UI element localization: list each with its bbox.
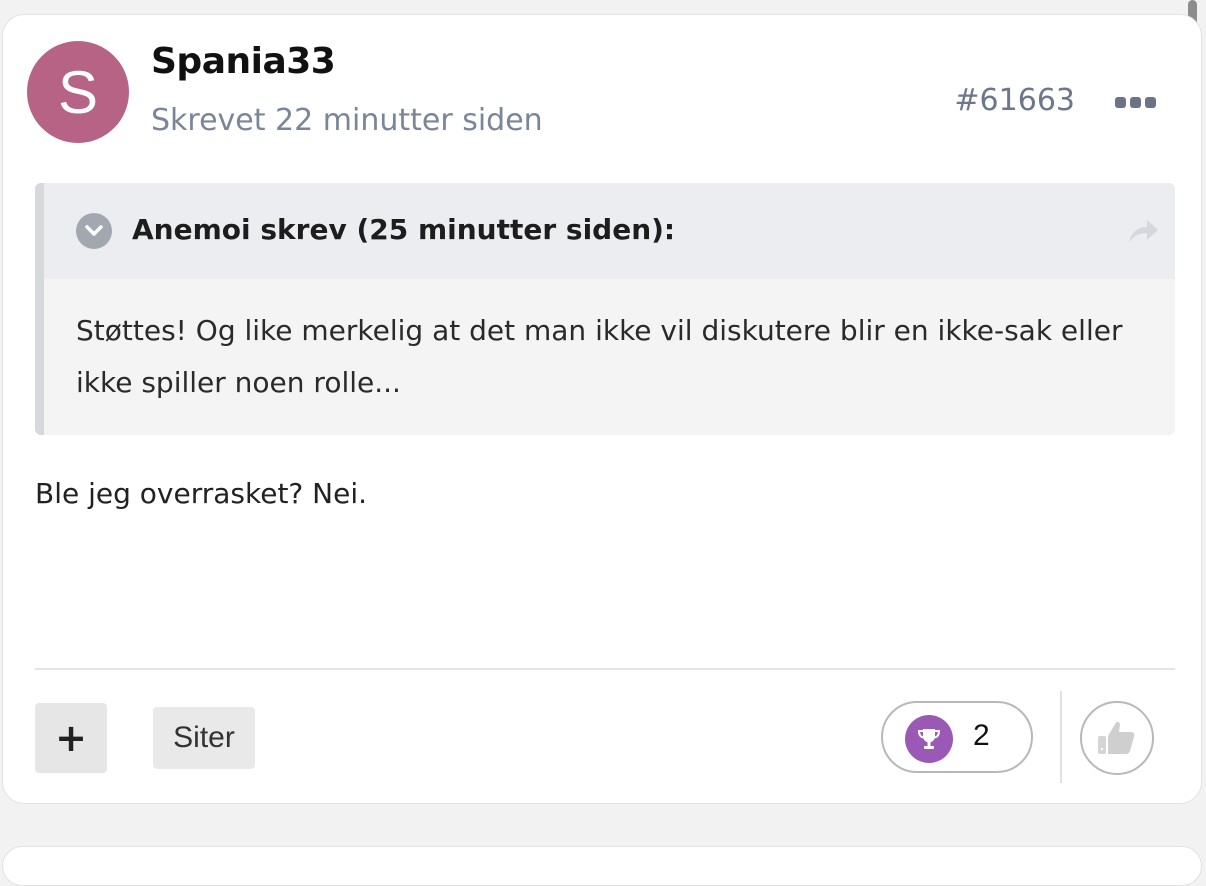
avatar[interactable]: S: [27, 41, 129, 143]
like-button[interactable]: [1080, 701, 1154, 775]
quote-button[interactable]: Siter: [153, 707, 255, 769]
quote-block: Anemoi skrev (25 minutter siden): Støtte…: [35, 183, 1175, 435]
more-options-icon[interactable]: [1115, 95, 1159, 109]
add-button[interactable]: +: [35, 703, 107, 773]
trophy-icon: [905, 715, 953, 763]
quote-text: Støttes! Og like merkelig at det man ikk…: [76, 314, 1123, 399]
quote-title: Anemoi skrev (25 minutter siden):: [132, 213, 676, 246]
chevron-down-icon[interactable]: [76, 213, 112, 249]
quote-header: Anemoi skrev (25 minutter siden):: [44, 183, 1175, 279]
divider: [35, 668, 1175, 670]
next-post-card: [2, 846, 1202, 886]
post-timestamp: Skrevet 22 minutter siden: [151, 103, 543, 138]
thumbs-up-icon: [1098, 721, 1135, 754]
post-body: Ble jeg overrasket? Nei.: [35, 477, 368, 510]
author-name[interactable]: Spania33: [151, 41, 336, 82]
reaction-button[interactable]: 2: [881, 701, 1033, 773]
post-id[interactable]: #61663: [954, 83, 1075, 118]
share-arrow-icon[interactable]: [1125, 217, 1161, 247]
reaction-count: 2: [973, 719, 990, 752]
post-card: S Spania33 Skrevet 22 minutter siden #61…: [2, 14, 1202, 804]
separator: [1060, 691, 1062, 783]
avatar-letter: S: [57, 58, 99, 126]
